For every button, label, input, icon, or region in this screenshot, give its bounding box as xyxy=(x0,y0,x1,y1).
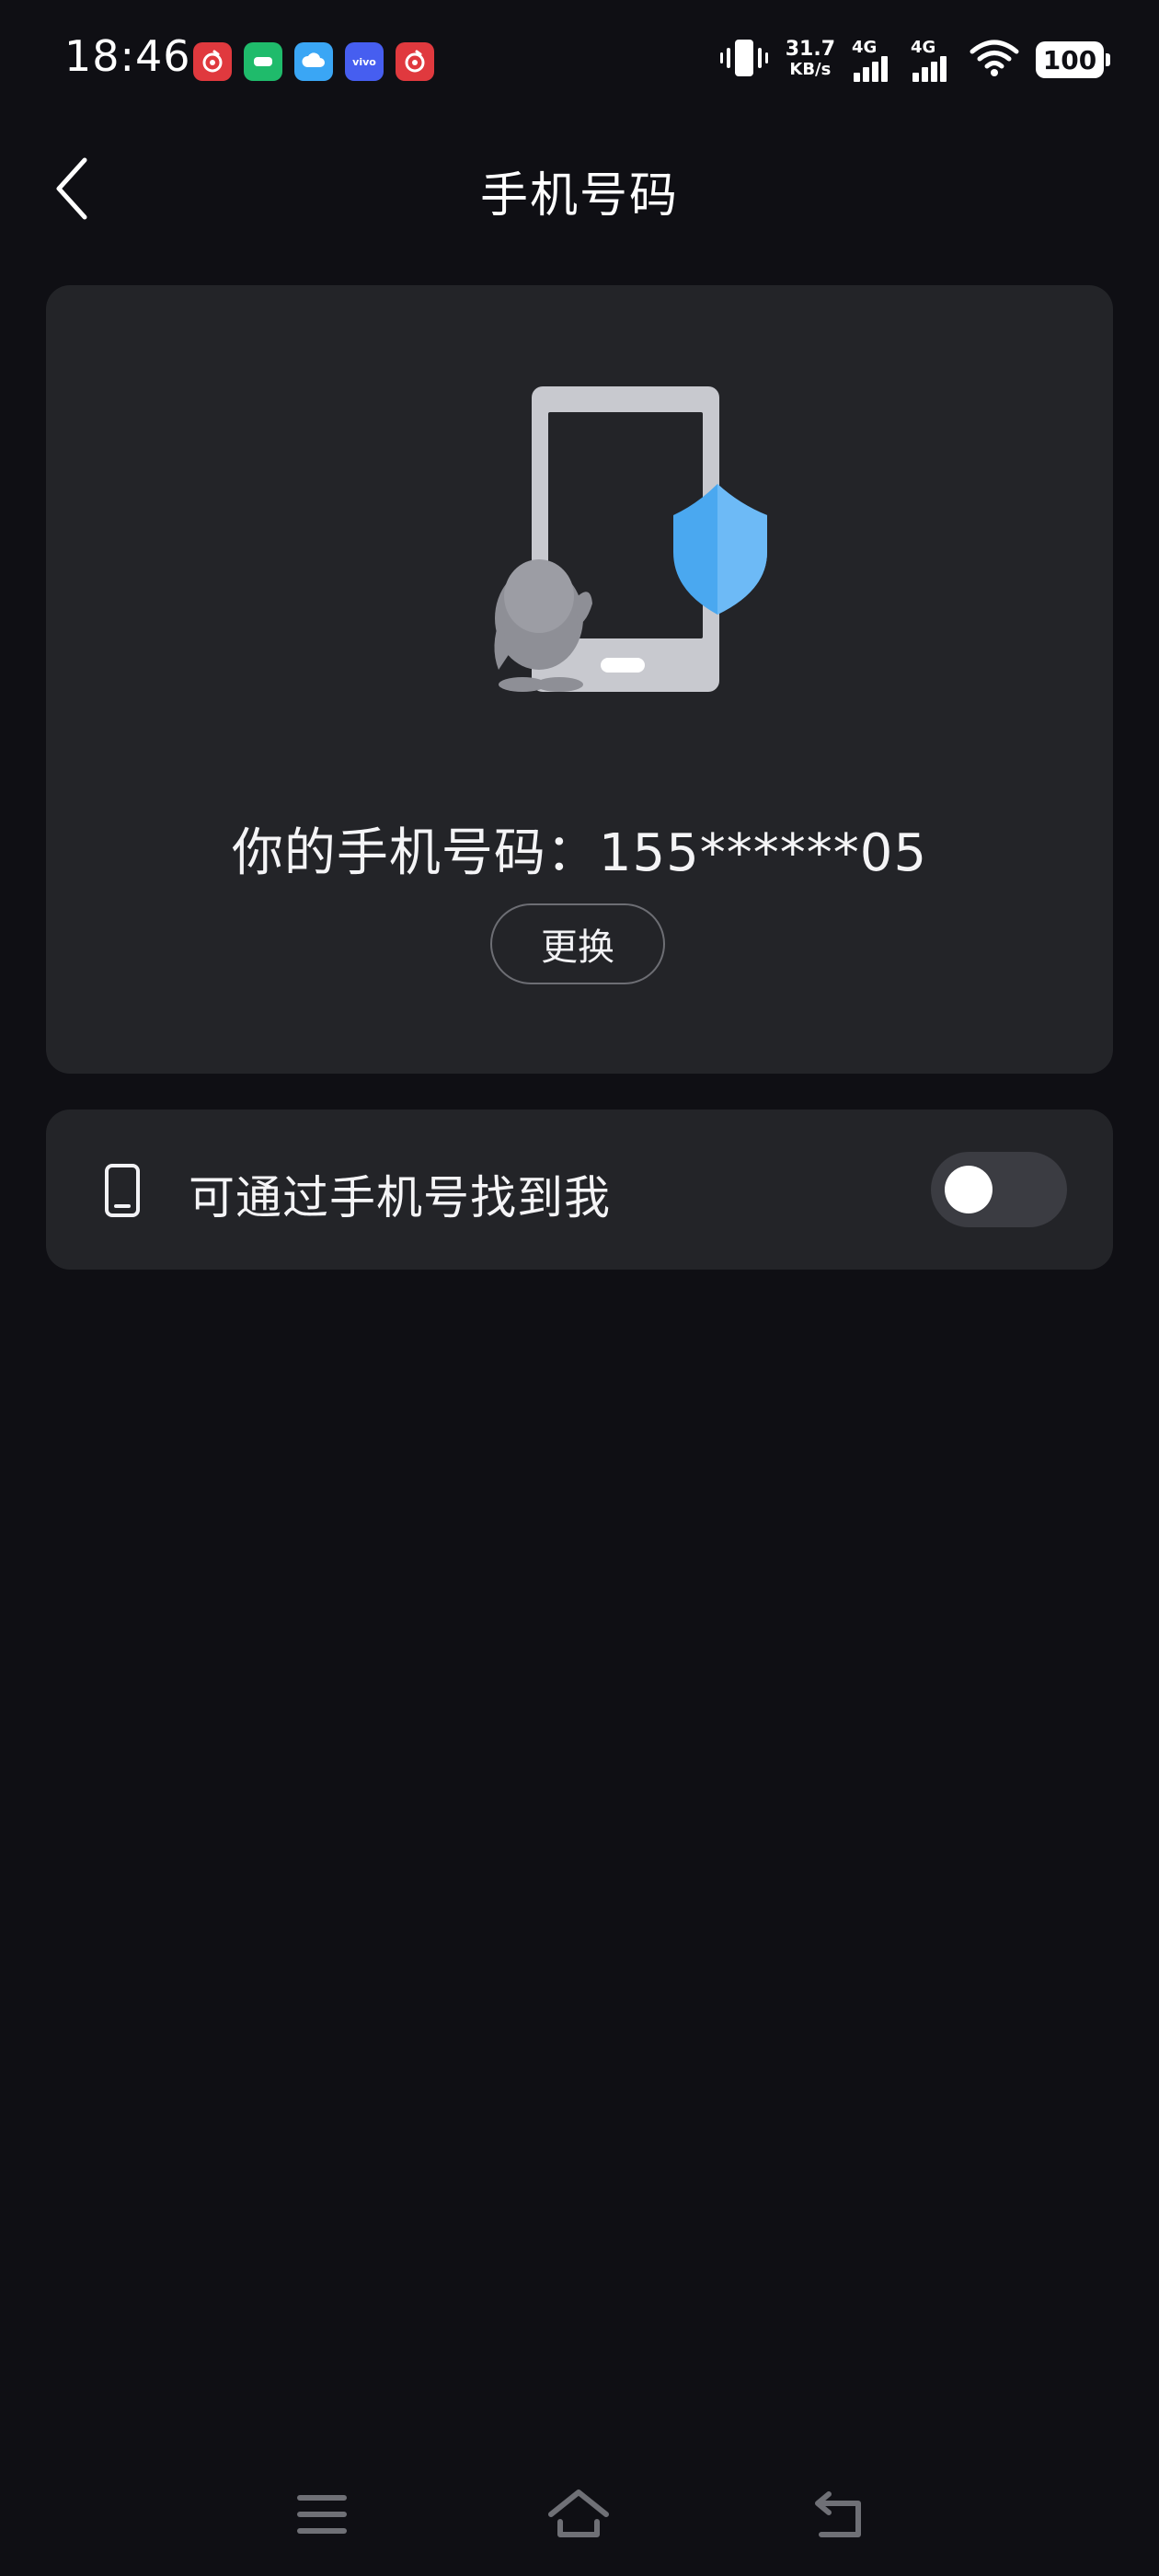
home-icon xyxy=(548,2490,609,2537)
phone-number-card: 你的手机号码：155******05 更换 xyxy=(46,285,1113,1074)
wechat-icon xyxy=(244,42,282,81)
back-nav-button[interactable] xyxy=(797,2482,879,2547)
system-icons: 31.7 KB/s 4G 4G 100 xyxy=(719,37,1110,83)
battery-icon: 100 xyxy=(1036,41,1110,78)
back-icon xyxy=(815,2491,861,2537)
page-title: 手机号码 xyxy=(479,168,679,224)
menu-icon xyxy=(297,2495,347,2534)
find-by-phone-toggle[interactable] xyxy=(931,1152,1067,1227)
find-by-phone-row: 可通过手机号找到我 xyxy=(46,1110,1113,1270)
menu-button[interactable] xyxy=(281,2482,363,2547)
header: 手机号码 xyxy=(0,138,1159,239)
signal-type: 4G xyxy=(911,38,936,57)
cloud-icon xyxy=(294,42,333,81)
home-button[interactable] xyxy=(537,2482,620,2547)
network-speed: 31.7 KB/s xyxy=(786,40,835,80)
status-bar: 18:46 vivo 31.7 KB/s 4G 4G 100 xyxy=(0,0,1159,125)
signal-icon: 4G xyxy=(911,38,953,82)
netease-music-icon xyxy=(396,42,434,81)
signal-type: 4G xyxy=(852,38,878,57)
find-by-phone-label: 可通过手机号找到我 xyxy=(189,1171,611,1225)
toggle-knob xyxy=(945,1166,993,1213)
wifi-icon xyxy=(970,39,1019,81)
network-speed-value: 31.7 xyxy=(785,38,835,61)
network-speed-unit: KB/s xyxy=(789,60,832,79)
vibrate-icon xyxy=(719,37,769,83)
status-time: 18:46 xyxy=(64,31,191,81)
netease-music-icon xyxy=(193,42,232,81)
phone-number-text: 你的手机号码：155******05 xyxy=(231,823,928,883)
notification-icons: vivo xyxy=(193,42,434,81)
page: 18:46 vivo 31.7 KB/s 4G 4G 100 手机号码 你的手机… xyxy=(0,0,1159,2576)
change-number-button[interactable]: 更换 xyxy=(490,903,665,984)
signal-icon: 4G xyxy=(852,38,894,82)
navigation-bar xyxy=(0,2466,1159,2558)
mobile-phone-icon xyxy=(105,1164,140,1217)
phone-security-illustration xyxy=(494,386,767,692)
vivo-icon: vivo xyxy=(345,42,384,81)
